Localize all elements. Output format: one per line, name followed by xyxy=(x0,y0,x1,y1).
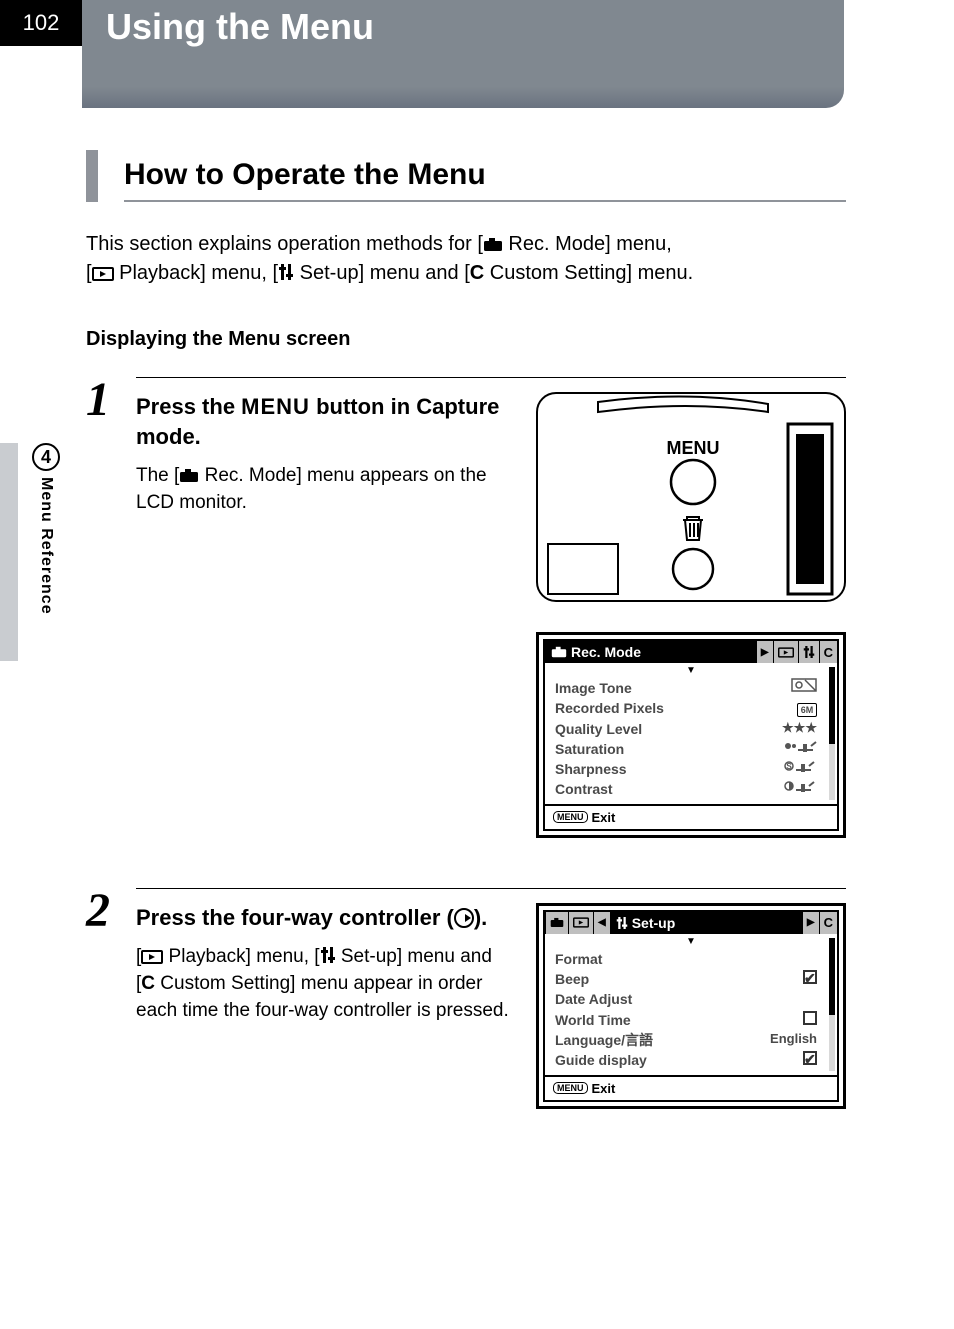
menu-row-guide-display: Guide display xyxy=(555,1050,827,1070)
svg-text:S: S xyxy=(786,762,792,771)
saturation-slider-icon xyxy=(783,740,817,752)
step-1-description: The [ Rec. Mode] menu appears on the LCD… xyxy=(136,463,516,516)
lcd-tab-custom: C xyxy=(820,641,837,663)
menu-row-sharpness: SharpnessS xyxy=(555,759,827,779)
heading-accent-bar xyxy=(86,150,98,202)
custom-mode-letter: C xyxy=(141,973,155,994)
lcd-tab-playback-icon xyxy=(774,641,798,663)
menu-button-pill-icon: MENU xyxy=(553,811,588,823)
custom-mode-letter: C xyxy=(470,262,484,284)
checkbox-checked-icon xyxy=(803,970,817,984)
scroll-down-indicator-icon: ▼ xyxy=(555,936,827,947)
lcd-tab-bar: Rec. Mode ▶ C xyxy=(545,641,837,663)
menu-row-contrast: Contrast xyxy=(555,779,827,799)
chapter-number-badge: 4 xyxy=(32,443,60,471)
lcd-tab-playback-icon xyxy=(569,912,593,934)
lcd-tab-setup: Set-up xyxy=(610,912,802,934)
camera-icon xyxy=(483,237,503,252)
setup-icon xyxy=(616,916,628,930)
menu-row-recorded-pixels: Recorded Pixels6M xyxy=(555,698,827,718)
chapter-title: Using the Menu xyxy=(82,0,844,108)
step-number: 1 xyxy=(86,377,136,838)
lcd-rec-mode-screen: Rec. Mode ▶ C ▼ Image Tone Re xyxy=(536,632,846,838)
menu-button-pill-icon: MENU xyxy=(553,1082,588,1094)
playback-icon xyxy=(141,950,163,964)
lcd-scrollbar-thumb xyxy=(829,667,835,744)
intro-paragraph: This section explains operation methods … xyxy=(86,230,846,288)
scroll-down-indicator-icon: ▼ xyxy=(555,665,827,676)
step-1-title: Press the MENU button in Capture mode. xyxy=(136,392,516,451)
quality-stars-icon: ★★★ xyxy=(782,719,817,739)
lcd-footer: MENU Exit xyxy=(545,1075,837,1100)
step-2-title: Press the four-way controller (). xyxy=(136,903,516,933)
lcd-tab-bar: ◀ Set-up ▶ C xyxy=(545,912,837,934)
camera-icon xyxy=(179,468,199,483)
menu-row-image-tone: Image Tone xyxy=(555,678,827,698)
camera-illustration: MENU xyxy=(536,392,846,602)
lcd-setup-screen: ◀ Set-up ▶ C ▼ Format xyxy=(536,903,846,1109)
heading-text: How to Operate the Menu xyxy=(124,150,846,202)
menu-button-label: MENU xyxy=(667,438,720,458)
playback-icon xyxy=(92,267,114,281)
sharpness-slider-icon: S xyxy=(783,760,817,772)
step-1: 1 Press the MENU button in Capture mode.… xyxy=(86,377,846,838)
page-number: 102 xyxy=(0,0,82,46)
menu-row-world-time: World Time xyxy=(555,1010,827,1030)
lcd-nav-left-icon: ◀ xyxy=(594,912,610,934)
setup-icon xyxy=(278,263,294,281)
side-tab-background xyxy=(0,443,18,661)
side-tab: 4 Menu Reference xyxy=(30,443,62,615)
lcd-tab-custom: C xyxy=(820,912,837,934)
menu-row-saturation: Saturation xyxy=(555,739,827,759)
menu-row-format: Format xyxy=(555,949,827,969)
menu-row-date-adjust: Date Adjust xyxy=(555,989,827,1009)
exit-label: Exit xyxy=(592,810,616,825)
step-2-description: [ Playback] menu, [ Set-up] menu and [C … xyxy=(136,944,516,1024)
setup-icon xyxy=(320,946,336,964)
image-tone-icon xyxy=(791,678,817,692)
checkbox-unchecked-icon xyxy=(803,1011,817,1025)
lcd-nav-right-icon: ▶ xyxy=(757,641,773,663)
lcd-tab-rec-mode-icon xyxy=(546,912,568,934)
subsection-label: Displaying the Menu screen xyxy=(86,328,846,351)
lcd-tab-rec-mode: Rec. Mode xyxy=(545,641,756,663)
lcd-scrollbar-thumb xyxy=(829,938,835,1015)
camera-icon xyxy=(551,646,567,658)
lcd-footer: MENU Exit xyxy=(545,804,837,829)
menu-row-quality-level: Quality Level★★★ xyxy=(555,719,827,739)
contrast-slider-icon xyxy=(783,780,817,792)
four-way-right-icon xyxy=(454,907,474,929)
checkbox-checked-icon xyxy=(803,1051,817,1065)
menu-row-language: Language/言語English xyxy=(555,1030,827,1050)
menu-row-beep: Beep xyxy=(555,969,827,989)
lcd-tab-setup-icon xyxy=(799,641,819,663)
section-heading: How to Operate the Menu xyxy=(86,150,846,202)
side-tab-label: Menu Reference xyxy=(37,477,55,615)
lcd-nav-right-icon: ▶ xyxy=(803,912,819,934)
exit-label: Exit xyxy=(592,1081,616,1096)
step-2: 2 Press the four-way controller (). [ Pl… xyxy=(86,888,846,1109)
pixels-value-badge: 6M xyxy=(797,703,817,717)
step-number: 2 xyxy=(86,888,136,1109)
